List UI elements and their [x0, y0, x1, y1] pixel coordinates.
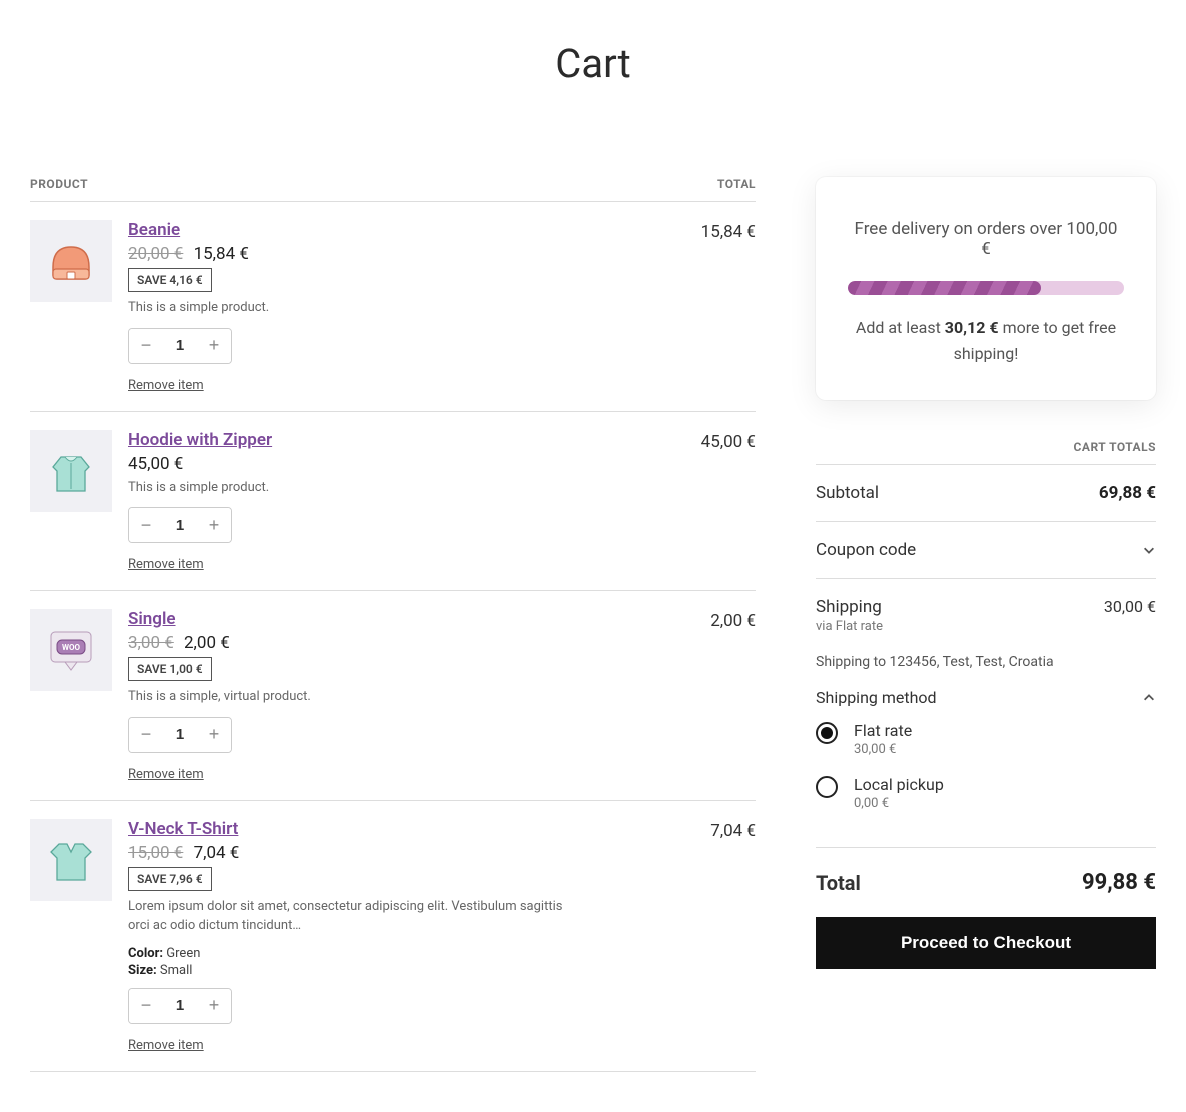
shipping-label: Shipping: [816, 597, 883, 617]
chevron-up-icon: [1142, 691, 1156, 705]
qty-decrease-button[interactable]: −: [129, 329, 163, 363]
coupon-label: Coupon code: [816, 540, 916, 560]
cart-item: Hoodie with Zipper 45,00 € This is a sim…: [30, 412, 756, 592]
save-badge: SAVE 4,16 €: [128, 268, 212, 292]
cart-item: V-Neck T-Shirt 15,00 € 7,04 € SAVE 7,96 …: [30, 801, 756, 1072]
total-value: 99,88 €: [1082, 870, 1156, 895]
total-column-header: TOTAL: [717, 177, 756, 191]
current-price: 2,00 €: [184, 633, 230, 653]
line-total: 45,00 €: [701, 430, 756, 573]
quantity-stepper: − +: [128, 717, 232, 753]
product-thumbnail[interactable]: WOO: [30, 609, 112, 691]
coupon-toggle[interactable]: Coupon code: [816, 522, 1156, 579]
remove-item-link[interactable]: Remove item: [128, 1038, 204, 1053]
cart-totals-heading: CART TOTALS: [816, 440, 1156, 465]
product-name-link[interactable]: Hoodie with Zipper: [128, 430, 272, 450]
shipping-option-price: 30,00 €: [854, 742, 912, 757]
remove-item-link[interactable]: Remove item: [128, 557, 204, 572]
quantity-stepper: − +: [128, 328, 232, 364]
qty-increase-button[interactable]: +: [197, 329, 231, 363]
qty-input[interactable]: [163, 329, 197, 363]
size-label: Size:: [128, 963, 157, 978]
size-value: Small: [160, 963, 193, 978]
cart-items-column: PRODUCT TOTAL Beanie 20,00 € 15,84 € SAV…: [30, 177, 756, 1072]
qty-decrease-button[interactable]: −: [129, 989, 163, 1023]
shipping-option-name: Flat rate: [854, 721, 912, 740]
qty-decrease-button[interactable]: −: [129, 718, 163, 752]
product-description: This is a simple, virtual product.: [128, 687, 568, 707]
page-title: Cart: [30, 40, 1156, 87]
chevron-down-icon: [1142, 543, 1156, 557]
shipping-option-price: 0,00 €: [854, 796, 944, 811]
qty-increase-button[interactable]: +: [197, 508, 231, 542]
current-price: 15,84 €: [194, 244, 249, 264]
qty-increase-button[interactable]: +: [197, 718, 231, 752]
grand-total-row: Total 99,88 €: [816, 848, 1156, 917]
line-total: 2,00 €: [710, 609, 756, 782]
product-name-link[interactable]: Single: [128, 609, 176, 629]
color-label: Color:: [128, 946, 163, 961]
cart-item: WOO Single 3,00 € 2,00 € SAVE 1,00 € Thi…: [30, 591, 756, 801]
quantity-stepper: − +: [128, 988, 232, 1024]
line-total: 7,04 €: [710, 819, 756, 1053]
radio-icon: [816, 722, 838, 744]
remove-item-link[interactable]: Remove item: [128, 767, 204, 782]
shipping-via: via Flat rate: [816, 619, 883, 634]
shipping-method-label: Shipping method: [816, 688, 937, 707]
old-price: 15,00 €: [128, 843, 183, 863]
radio-icon: [816, 776, 838, 798]
shipping-block: Shipping via Flat rate 30,00 € Shipping …: [816, 579, 1156, 848]
shipping-address: Shipping to 123456, Test, Test, Croatia: [816, 654, 1156, 670]
shipping-option-local-pickup[interactable]: Local pickup 0,00 €: [816, 775, 1156, 811]
product-name-link[interactable]: Beanie: [128, 220, 180, 240]
total-label: Total: [816, 871, 861, 895]
product-column-header: PRODUCT: [30, 177, 88, 191]
subtotal-row: Subtotal 69,88 €: [816, 465, 1156, 522]
product-thumbnail[interactable]: [30, 819, 112, 901]
free-shipping-title: Free delivery on orders over 100,00 €: [848, 219, 1124, 259]
color-value: Green: [166, 946, 200, 961]
free-shipping-card: Free delivery on orders over 100,00 € Ad…: [816, 177, 1156, 400]
product-thumbnail[interactable]: [30, 220, 112, 302]
old-price: 20,00 €: [128, 244, 183, 264]
shipping-option-name: Local pickup: [854, 775, 944, 794]
product-name-link[interactable]: V-Neck T-Shirt: [128, 819, 238, 839]
qty-input[interactable]: [163, 508, 197, 542]
save-badge: SAVE 1,00 €: [128, 657, 212, 681]
product-description: Lorem ipsum dolor sit amet, consectetur …: [128, 897, 568, 936]
line-total: 15,84 €: [701, 220, 756, 393]
cart-item: Beanie 20,00 € 15,84 € SAVE 4,16 € This …: [30, 202, 756, 412]
free-shipping-progress-fill: [848, 281, 1041, 295]
qty-input[interactable]: [163, 989, 197, 1023]
product-description: This is a simple product.: [128, 478, 568, 498]
shipping-option-flat-rate[interactable]: Flat rate 30,00 €: [816, 721, 1156, 757]
product-thumbnail[interactable]: [30, 430, 112, 512]
proceed-to-checkout-button[interactable]: Proceed to Checkout: [816, 917, 1156, 969]
current-price: 45,00 €: [128, 454, 183, 474]
subtotal-label: Subtotal: [816, 483, 879, 503]
qty-decrease-button[interactable]: −: [129, 508, 163, 542]
shipping-method-toggle[interactable]: Shipping method: [816, 688, 1156, 707]
qty-input[interactable]: [163, 718, 197, 752]
save-badge: SAVE 7,96 €: [128, 867, 212, 891]
quantity-stepper: − +: [128, 507, 232, 543]
product-description: This is a simple product.: [128, 298, 568, 318]
qty-increase-button[interactable]: +: [197, 989, 231, 1023]
remove-item-link[interactable]: Remove item: [128, 378, 204, 393]
subtotal-value: 69,88 €: [1099, 483, 1156, 503]
free-shipping-progress: [848, 281, 1124, 295]
old-price: 3,00 €: [128, 633, 174, 653]
shipping-value: 30,00 €: [1104, 597, 1156, 616]
current-price: 7,04 €: [194, 843, 240, 863]
free-shipping-note: Add at least 30,12 € more to get free sh…: [848, 315, 1124, 366]
svg-text:WOO: WOO: [62, 643, 81, 652]
